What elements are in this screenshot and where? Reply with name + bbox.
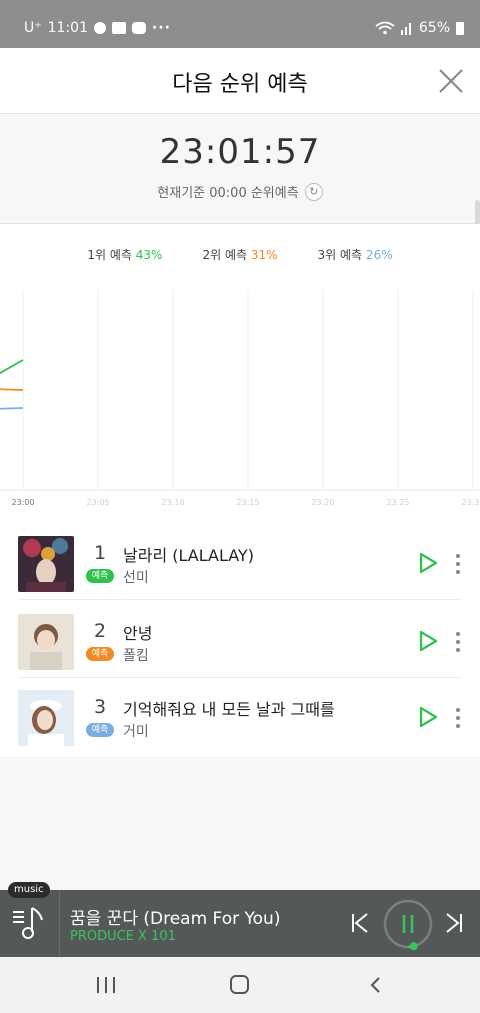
artist-name[interactable]: 거미 bbox=[123, 721, 149, 741]
legend-pct: 31% bbox=[250, 248, 278, 262]
youtube-icon bbox=[132, 22, 146, 34]
artist-name[interactable]: 선미 bbox=[123, 567, 149, 587]
rank-number: 1 bbox=[93, 542, 107, 564]
song-title[interactable]: 안녕 bbox=[123, 620, 152, 644]
legend-pct: 26% bbox=[365, 248, 393, 262]
prediction-chart-section: 1위 예측 43% 2위 예측 31% 3위 예측 26% 23:00 23:05… bbox=[0, 224, 480, 524]
song-title[interactable]: 날라리 (LALALAY) bbox=[123, 542, 254, 566]
settings-gear-icon bbox=[94, 22, 106, 34]
more-dots-icon: ··· bbox=[152, 20, 171, 36]
legend-label: 3위 예측 bbox=[317, 248, 363, 262]
album-art bbox=[18, 614, 74, 670]
next-track-icon[interactable] bbox=[444, 912, 464, 934]
list-item[interactable]: 1 날라리 (LALALAY) 예측 선미 bbox=[0, 524, 480, 600]
status-bar: U⁺ 11:01 ··· 65% bbox=[0, 0, 480, 48]
prediction-badge: 예측 bbox=[86, 647, 114, 661]
list-item[interactable]: 3 기억해줘요 내 모든 날과 그때를 예측 거미 bbox=[0, 678, 480, 754]
timer-section: 23:01:57 현재기준 00:00 순위예측 ↻ bbox=[0, 114, 480, 224]
now-playing-title[interactable]: 꿈을 꾼다 (Dream For You) bbox=[70, 904, 280, 929]
now-playing-artist[interactable]: PRODUCE X 101 bbox=[70, 929, 176, 944]
rank-number: 3 bbox=[93, 696, 107, 718]
status-right-group: 65% bbox=[375, 20, 464, 36]
chart-series-line bbox=[0, 388, 24, 391]
refresh-icon[interactable]: ↻ bbox=[304, 182, 323, 201]
prediction-badge: 예측 bbox=[86, 723, 114, 737]
chart-series-line bbox=[0, 407, 24, 410]
more-options-icon[interactable] bbox=[454, 708, 462, 728]
mini-player[interactable]: 꿈을 꾼다 (Dream For You) PRODUCE X 101 bbox=[0, 890, 480, 957]
song-title[interactable]: 기억해줘요 내 모든 날과 그때를 bbox=[123, 696, 335, 720]
chart-tick-label: 23:20 bbox=[311, 498, 334, 507]
ranking-list: 1 날라리 (LALALAY) 예측 선미 2 안녕 예측 폴킴 3 기억해줘요… bbox=[0, 524, 480, 756]
carrier-label: U⁺ bbox=[24, 20, 42, 36]
timer-caption-row: 현재기준 00:00 순위예측 ↻ bbox=[0, 182, 480, 201]
more-options-icon[interactable] bbox=[454, 554, 462, 574]
page-header: 다음 순위 예측 bbox=[0, 48, 480, 114]
gallery-icon bbox=[112, 22, 126, 34]
play-icon[interactable] bbox=[418, 706, 438, 728]
back-icon[interactable] bbox=[366, 975, 386, 995]
prediction-badge: 예측 bbox=[86, 569, 114, 583]
album-art bbox=[18, 690, 74, 746]
legend-label: 1위 예측 bbox=[87, 248, 132, 262]
prediction-line-chart: 23:00 23:05 23:10 23:15 23:20 23:25 23:30 bbox=[0, 290, 480, 507]
legend-item-2: 2위 예측 31% bbox=[202, 246, 277, 263]
legend-label: 2위 예측 bbox=[202, 248, 248, 262]
chart-legend: 1위 예측 43% 2위 예측 31% 3위 예측 26% bbox=[0, 246, 480, 263]
playlist-button[interactable] bbox=[0, 890, 60, 957]
close-icon[interactable] bbox=[438, 68, 464, 94]
album-art bbox=[18, 536, 74, 592]
chart-tick-label: 23:05 bbox=[86, 498, 109, 507]
pause-button[interactable] bbox=[382, 898, 434, 950]
more-options-icon[interactable] bbox=[454, 632, 462, 652]
recent-apps-icon[interactable] bbox=[97, 977, 115, 993]
page-title: 다음 순위 예측 bbox=[172, 72, 308, 97]
battery-percent: 65% bbox=[418, 20, 450, 36]
music-tag: music bbox=[8, 882, 50, 898]
status-time: 11:01 bbox=[47, 20, 88, 36]
home-icon[interactable] bbox=[230, 975, 249, 994]
chart-series-line bbox=[0, 359, 24, 375]
wifi-icon bbox=[375, 21, 395, 35]
chart-tick-label: 23:00 bbox=[11, 498, 34, 507]
artist-name[interactable]: 폴킴 bbox=[123, 645, 149, 665]
countdown-clock: 23:01:57 bbox=[159, 132, 321, 172]
chart-tick-label: 23:25 bbox=[386, 498, 409, 507]
chart-tick-label: 23:15 bbox=[236, 498, 259, 507]
status-left: U⁺ 11:01 ··· bbox=[24, 20, 171, 36]
playlist-music-icon bbox=[13, 907, 43, 939]
play-icon[interactable] bbox=[418, 630, 438, 652]
signal-icon bbox=[400, 23, 411, 35]
system-nav-bar bbox=[0, 957, 480, 1013]
divider bbox=[18, 599, 462, 600]
rank-number: 2 bbox=[93, 620, 107, 642]
battery-icon bbox=[456, 21, 464, 35]
progress-dot bbox=[409, 942, 418, 950]
timer-caption: 현재기준 00:00 순위예측 bbox=[157, 186, 299, 201]
legend-item-3: 3위 예측 26% bbox=[318, 246, 393, 263]
previous-track-icon[interactable] bbox=[350, 912, 370, 934]
list-item[interactable]: 2 안녕 예측 폴킴 bbox=[0, 602, 480, 678]
legend-pct: 43% bbox=[135, 248, 163, 262]
play-icon[interactable] bbox=[418, 552, 438, 574]
chart-tick-label: 23:10 bbox=[161, 498, 184, 507]
legend-item-1: 1위 예측 43% bbox=[87, 246, 162, 263]
chart-tick-label: 23:30 bbox=[461, 498, 480, 507]
